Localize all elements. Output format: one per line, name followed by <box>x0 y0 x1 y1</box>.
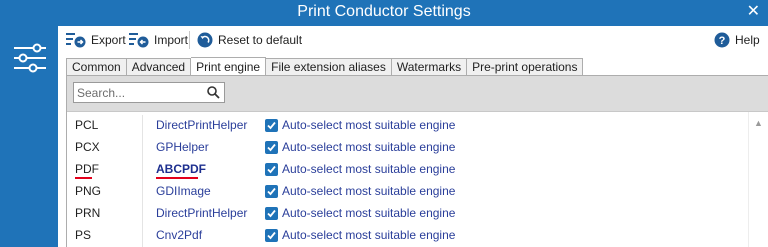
tab-pre-print-operations[interactable]: Pre-print operations <box>467 58 584 76</box>
auto-select-label: Auto-select most suitable engine <box>282 140 456 154</box>
print-engine-panel: PCL DirectPrintHelper Auto-select most s… <box>66 75 768 247</box>
column-divider <box>142 159 143 181</box>
column-divider <box>142 225 143 247</box>
left-sidebar <box>0 26 58 247</box>
table-row[interactable]: PRN DirectPrintHelper Auto-select most s… <box>67 203 747 225</box>
engine-cell[interactable]: Cnv2Pdf <box>156 228 202 242</box>
tab-watermarks[interactable]: Watermarks <box>391 58 468 76</box>
checkbox-check-icon <box>267 209 276 218</box>
checkbox-check-icon <box>267 165 276 174</box>
settings-sliders-icon[interactable] <box>13 41 47 75</box>
highlight-underline <box>75 177 92 179</box>
format-cell: PNG <box>75 184 102 198</box>
auto-select-checkbox[interactable] <box>265 119 278 132</box>
format-cell: PRN <box>75 206 101 220</box>
tab-file-extension-aliases[interactable]: File extension aliases <box>266 58 392 76</box>
vertical-scrollbar[interactable]: ▲ <box>748 112 768 247</box>
format-cell: PCX <box>75 140 100 154</box>
engine-cell[interactable]: GPHelper <box>156 140 209 154</box>
auto-select-checkbox[interactable] <box>265 163 278 176</box>
table-row[interactable]: PNG GDIImage Auto-select most suitable e… <box>67 181 747 203</box>
auto-select-label: Auto-select most suitable engine <box>282 162 456 176</box>
highlight-underline <box>156 177 198 179</box>
import-icon <box>129 33 149 48</box>
checkbox-check-icon <box>267 143 276 152</box>
table-row[interactable]: PCX GPHelper Auto-select most suitable e… <box>67 137 747 159</box>
auto-select-label: Auto-select most suitable engine <box>282 118 456 132</box>
export-icon <box>66 33 86 48</box>
auto-select-checkbox[interactable] <box>265 185 278 198</box>
auto-select-checkbox[interactable] <box>265 229 278 242</box>
auto-select-label: Auto-select most suitable engine <box>282 206 456 220</box>
import-label: Import <box>154 33 189 47</box>
format-cell: PS <box>75 228 92 242</box>
scroll-up-icon[interactable]: ▲ <box>754 118 763 128</box>
auto-select-checkbox[interactable] <box>265 141 278 154</box>
column-divider <box>142 137 143 159</box>
engine-cell[interactable]: ABCPDF <box>156 162 206 176</box>
reset-label: Reset to default <box>218 33 303 47</box>
window-title: Print Conductor Settings <box>297 3 471 20</box>
title-bar: Print Conductor Settings ✕ <box>0 0 768 26</box>
reset-to-default-button[interactable]: Reset to default <box>197 30 302 50</box>
close-icon[interactable]: ✕ <box>747 3 760 21</box>
table-row[interactable]: PDF ABCPDF Auto-select most suitable eng… <box>67 159 747 181</box>
engine-cell[interactable]: DirectPrintHelper <box>156 118 247 132</box>
tab-common[interactable]: Common <box>66 58 127 76</box>
checkbox-check-icon <box>267 231 276 240</box>
search-input[interactable] <box>74 83 200 102</box>
help-label: Help <box>735 33 760 47</box>
format-cell: PDF <box>75 162 99 176</box>
svg-text:?: ? <box>719 35 726 47</box>
help-button[interactable]: ? Help <box>714 30 760 50</box>
checkbox-check-icon <box>267 121 276 130</box>
checkbox-check-icon <box>267 187 276 196</box>
engine-cell[interactable]: GDIImage <box>156 184 211 198</box>
export-button[interactable]: Export <box>66 30 126 50</box>
engine-table: PCL DirectPrintHelper Auto-select most s… <box>67 111 768 247</box>
export-label: Export <box>91 33 126 47</box>
tab-print-engine[interactable]: Print engine <box>191 57 267 76</box>
table-row[interactable]: PS Cnv2Pdf Auto-select most suitable eng… <box>67 225 747 247</box>
toolbar: Export Import Reset to default ? Help <box>58 26 768 54</box>
tab-strip: Common Advanced Print engine File extens… <box>66 57 584 76</box>
auto-select-label: Auto-select most suitable engine <box>282 228 456 242</box>
search-icon[interactable] <box>207 86 220 99</box>
column-divider <box>142 115 143 137</box>
auto-select-checkbox[interactable] <box>265 207 278 220</box>
table-row[interactable]: PCL DirectPrintHelper Auto-select most s… <box>67 115 747 137</box>
reset-icon <box>197 32 213 48</box>
search-box <box>73 82 225 103</box>
tab-advanced[interactable]: Advanced <box>126 58 192 76</box>
engine-cell[interactable]: DirectPrintHelper <box>156 206 247 220</box>
column-divider <box>142 181 143 203</box>
column-divider <box>142 203 143 225</box>
help-icon: ? <box>714 32 730 48</box>
format-cell: PCL <box>75 118 99 132</box>
auto-select-label: Auto-select most suitable engine <box>282 184 456 198</box>
toolbar-divider <box>189 31 190 49</box>
import-button[interactable]: Import <box>129 30 188 50</box>
